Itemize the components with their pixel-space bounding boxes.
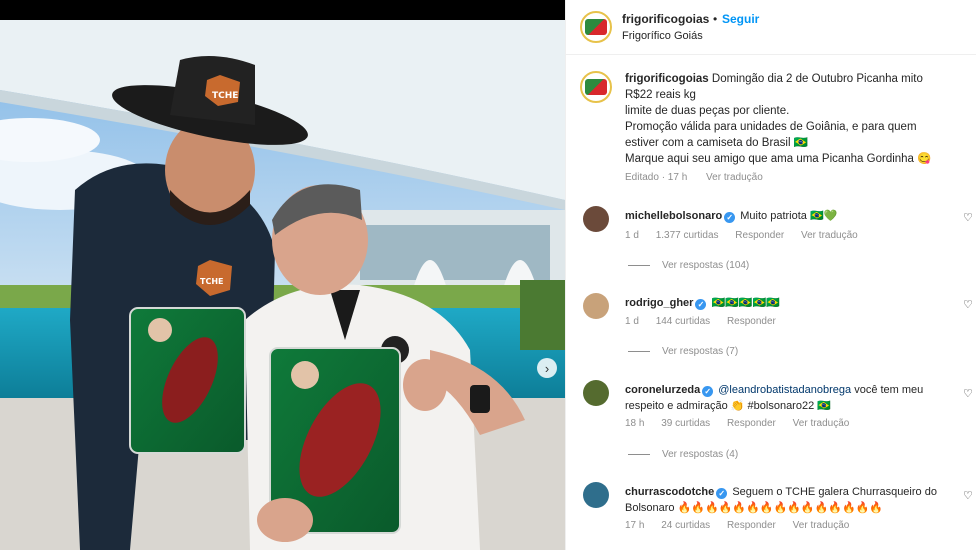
- like-heart-icon[interactable]: ♡: [963, 298, 973, 311]
- next-photo-button[interactable]: ›: [537, 358, 557, 378]
- comment-time: 1 d: [625, 316, 639, 327]
- caption-line: R$22 reais kg: [625, 89, 696, 101]
- comment-text: churrascodotche ✓ Seguem o TCHE galera Ch…: [625, 484, 945, 516]
- replies-line: [628, 350, 650, 352]
- view-replies-label: Ver respostas (104): [662, 260, 750, 271]
- comment-likes[interactable]: 24 curtidas: [661, 520, 710, 531]
- comment-time: 17 h: [625, 520, 645, 531]
- commenter-username[interactable]: churrascodotche: [625, 486, 714, 498]
- commenter-avatar[interactable]: [583, 206, 609, 232]
- comment-mention-link[interactable]: @leandrobatistadanobrega: [718, 384, 851, 396]
- comment-body: 🇧🇷🇧🇷🇧🇷🇧🇷🇧🇷: [711, 297, 780, 309]
- photo-top-bar: [0, 0, 565, 20]
- like-heart-icon[interactable]: ♡: [963, 489, 973, 502]
- verified-badge-icon: ✓: [724, 212, 736, 223]
- comment-body: Muito patriota 🇧🇷💚: [740, 210, 838, 222]
- caption-line: Promoção válida para unidades de Goiânia…: [625, 121, 917, 133]
- caption-edited: Editado · 17 h: [625, 172, 688, 183]
- comment-meta: 1 d 144 curtidas Responder: [625, 316, 790, 327]
- reply-button[interactable]: Responder: [727, 418, 776, 429]
- translate-link[interactable]: Ver tradução: [793, 418, 850, 429]
- verified-badge-icon: ✓: [695, 299, 707, 310]
- comment-meta: 18 h 39 curtidas Responder Ver tradução: [625, 418, 863, 429]
- translate-link[interactable]: Ver tradução: [801, 230, 858, 241]
- brand-logo-icon: [585, 19, 607, 35]
- comment-text: coronelurzeda ✓ @leandrobatistadanobrega …: [625, 382, 945, 414]
- view-replies-label: Ver respostas (7): [662, 346, 739, 357]
- caption-meta: Editado · 17 h Ver tradução: [625, 172, 779, 183]
- reply-button[interactable]: Responder: [735, 230, 784, 241]
- comment-meta: 1 d 1.377 curtidas Responder Ver traduçã…: [625, 230, 872, 241]
- reply-button[interactable]: Responder: [727, 316, 776, 327]
- caption-line: limite de duas peças por cliente.: [625, 105, 790, 117]
- post-caption: frigorificogoias Domingão dia 2 de Outub…: [625, 71, 965, 167]
- follow-button[interactable]: Seguir: [722, 12, 759, 26]
- comment-likes[interactable]: 39 curtidas: [661, 418, 710, 429]
- caption-username[interactable]: frigorificogoias: [625, 73, 709, 85]
- comment-likes[interactable]: 144 curtidas: [656, 316, 710, 327]
- separator-dot: •: [713, 12, 718, 26]
- caption-avatar[interactable]: [580, 71, 612, 103]
- replies-line: [628, 264, 650, 266]
- svg-text:TCHE: TCHE: [212, 91, 238, 101]
- post-panel: frigorificogoias • Seguir Frigorífico Go…: [565, 0, 976, 550]
- commenter-avatar[interactable]: [583, 482, 609, 508]
- commenter-username[interactable]: rodrigo_gher: [625, 297, 693, 309]
- view-replies-label: Ver respostas (4): [662, 449, 739, 460]
- caption-line: Domingão dia 2 de Outubro Picanha mito: [711, 73, 923, 85]
- svg-text:TCHE: TCHE: [200, 277, 224, 286]
- commenter-avatar[interactable]: [583, 380, 609, 406]
- comment-time: 18 h: [625, 418, 645, 429]
- commenter-username[interactable]: michellebolsonaro: [625, 210, 722, 222]
- verified-badge-icon: ✓: [702, 386, 714, 397]
- translate-link[interactable]: Ver tradução: [793, 520, 850, 531]
- verified-badge-icon: ✓: [716, 488, 728, 499]
- comment-meta: 17 h 24 curtidas Responder Ver tradução: [625, 520, 863, 531]
- like-heart-icon[interactable]: ♡: [963, 387, 973, 400]
- view-replies-button[interactable]: Ver respostas (104): [628, 260, 749, 271]
- post-header: frigorificogoias • Seguir Frigorífico Go…: [566, 0, 976, 55]
- account-avatar[interactable]: [580, 11, 612, 43]
- comment-text: michellebolsonaro ✓ Muito patriota 🇧🇷💚: [625, 208, 945, 224]
- view-replies-button[interactable]: Ver respostas (7): [628, 346, 738, 357]
- commenter-username[interactable]: coronelurzeda: [625, 384, 700, 396]
- view-replies-button[interactable]: Ver respostas (4): [628, 449, 738, 460]
- post-photo-pane: TCHE TCHE ›: [0, 0, 565, 550]
- comment-text: rodrigo_gher ✓ 🇧🇷🇧🇷🇧🇷🇧🇷🇧🇷: [625, 295, 945, 311]
- see-translation-link[interactable]: Ver tradução: [706, 172, 763, 183]
- account-username[interactable]: frigorificogoias: [622, 12, 709, 26]
- photo-illustration: TCHE TCHE: [0, 20, 565, 550]
- comment-likes[interactable]: 1.377 curtidas: [656, 230, 719, 241]
- comment-time: 1 d: [625, 230, 639, 241]
- replies-line: [628, 453, 650, 455]
- caption-line: Marque aqui seu amigo que ama uma Picanh…: [625, 153, 932, 165]
- post-photo[interactable]: TCHE TCHE: [0, 20, 565, 550]
- brand-logo-icon: [585, 79, 607, 95]
- reply-button[interactable]: Responder: [727, 520, 776, 531]
- like-heart-icon[interactable]: ♡: [963, 211, 973, 224]
- account-subtitle[interactable]: Frigorífico Goiás: [622, 30, 703, 42]
- caption-line: estiver com a camiseta do Brasil 🇧🇷: [625, 137, 809, 149]
- chevron-right-icon: ›: [544, 360, 550, 376]
- commenter-avatar[interactable]: [583, 293, 609, 319]
